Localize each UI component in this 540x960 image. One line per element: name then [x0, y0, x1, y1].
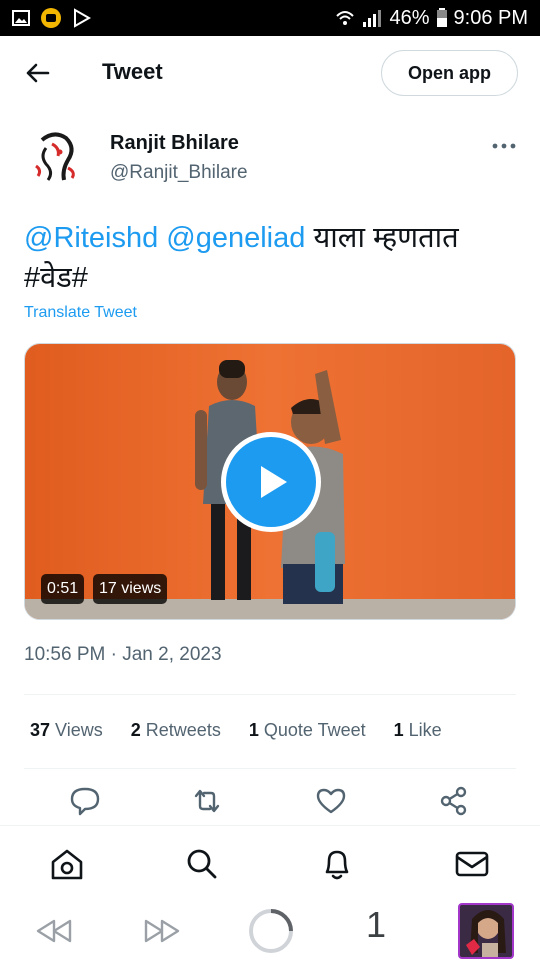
page-title: Tweet: [102, 59, 163, 84]
retweet-icon[interactable]: [190, 784, 224, 818]
tweet-text: @Riteishd @geneliad याला म्हणतात #वेड#: [24, 218, 520, 298]
battery-icon: [436, 8, 447, 27]
author-name[interactable]: Ranjit Bhilare: [110, 132, 239, 155]
tweet-stats: 37 Views 2 Retweets 1 Quote Tweet 1 Like: [30, 720, 442, 741]
browser-toolbar: [0, 903, 540, 960]
tweet-actions: [0, 784, 540, 820]
search-icon[interactable]: [184, 846, 220, 882]
rewind-back-icon[interactable]: [34, 917, 74, 945]
video-views-badge: 17 views: [93, 574, 168, 604]
status-right: 46% 9:06 PM: [335, 7, 528, 30]
play-button[interactable]: [221, 432, 321, 532]
messages-mail-icon[interactable]: [454, 846, 490, 882]
quote-tweets-stat[interactable]: 1 Quote Tweet: [249, 720, 366, 741]
play-icon: [261, 466, 287, 498]
mention-link[interactable]: @geneliad: [166, 222, 305, 254]
translate-tweet-link[interactable]: Translate Tweet: [24, 304, 137, 322]
ganesha-logo-avatar: [24, 126, 88, 190]
play-store-icon: [74, 8, 92, 28]
video-player[interactable]: 0:51 17 views: [24, 343, 516, 620]
retweets-stat[interactable]: 2 Retweets: [131, 720, 221, 741]
battery-percent: 46%: [389, 6, 430, 29]
bottom-nav: [0, 825, 540, 903]
notifications-bell-icon[interactable]: [319, 846, 355, 882]
open-app-button[interactable]: Open app: [381, 50, 518, 96]
app-header: Tweet Open app: [0, 36, 540, 110]
home-icon[interactable]: [49, 846, 85, 882]
status-bar: 46% 9:06 PM: [0, 0, 540, 36]
more-options-icon[interactable]: [490, 138, 518, 154]
reply-icon[interactable]: [68, 784, 102, 818]
loading-spinner-icon[interactable]: [248, 908, 294, 954]
hashtag-text: #वेड#: [24, 262, 88, 294]
likes-stat[interactable]: 1 Like: [394, 720, 442, 741]
divider: [24, 768, 516, 769]
author-avatar[interactable]: [24, 126, 88, 190]
profile-thumbnail[interactable]: [458, 903, 514, 959]
share-icon[interactable]: [437, 784, 471, 818]
back-arrow-icon[interactable]: [22, 58, 52, 88]
forward-icon[interactable]: [142, 917, 182, 945]
video-duration-badge: 0:51: [41, 574, 85, 604]
signal-icon: [363, 10, 382, 27]
wifi-icon: [336, 11, 355, 25]
views-stat[interactable]: 37 Views: [30, 720, 103, 741]
clock: 9:06 PM: [453, 6, 528, 29]
tweet-timestamp[interactable]: 10:56 PM · Jan 2, 2023: [24, 644, 222, 666]
status-left: [12, 7, 92, 29]
gallery-icon: [12, 10, 30, 26]
app-notification-icon: [41, 8, 61, 28]
divider: [24, 694, 516, 695]
author-handle[interactable]: @Ranjit_Bhilare: [110, 162, 248, 184]
like-heart-icon[interactable]: [314, 784, 348, 818]
mention-link[interactable]: @Riteishd: [24, 222, 158, 254]
tab-count[interactable]: 1: [366, 904, 386, 946]
tweet-body-text: याला म्हणतात: [305, 222, 459, 254]
